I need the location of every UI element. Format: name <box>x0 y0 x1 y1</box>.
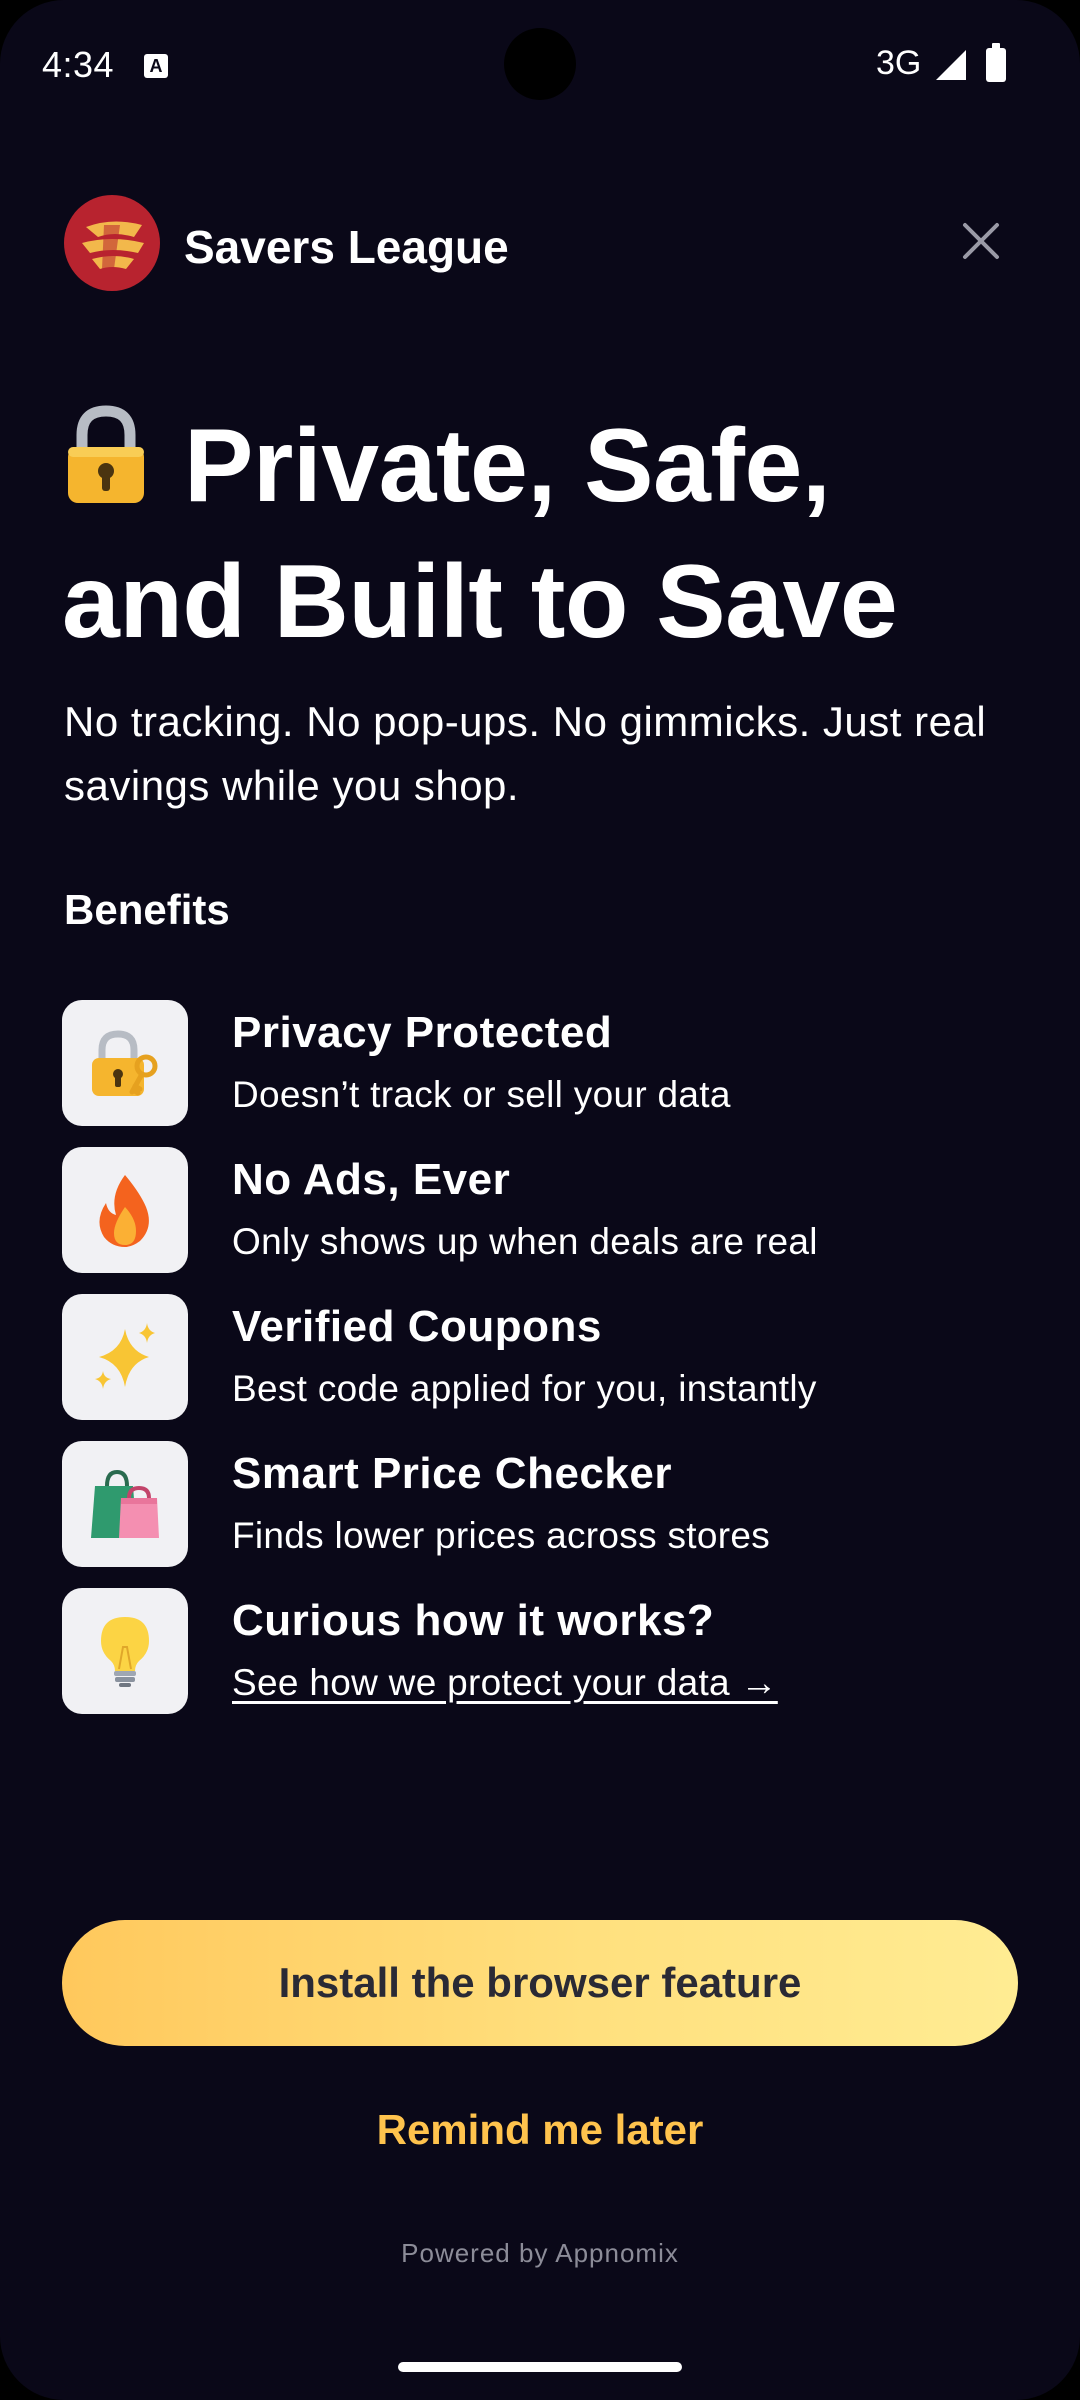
benefit-no-ads: No Ads, Ever Only shows up when deals ar… <box>62 1147 1022 1273</box>
benefit-tile <box>62 1588 188 1714</box>
onboarding-screen: 4:34 A 3G Savers League Private, Safe, a… <box>0 0 1080 2400</box>
signal-icon <box>936 50 966 80</box>
lock-icon <box>62 403 150 507</box>
lock-with-key-icon <box>92 1030 158 1096</box>
benefit-description: Only shows up when deals are real <box>232 1221 818 1262</box>
protect-data-link[interactable]: See how we protect your data → <box>232 1662 778 1704</box>
powered-by-footer: Powered by Appnomix <box>401 2238 679 2268</box>
keyboard-a-icon: A <box>144 54 168 78</box>
camera-cutout <box>504 28 576 100</box>
benefit-title: Smart Price Checker <box>232 1449 672 1498</box>
close-icon <box>963 223 999 259</box>
home-indicator[interactable] <box>398 2362 682 2372</box>
sparkles-icon <box>95 1323 155 1389</box>
benefit-description: Doesn’t track or sell your data <box>232 1074 731 1115</box>
benefit-tile <box>62 1147 188 1273</box>
light-bulb-icon <box>101 1617 149 1687</box>
brand-name: Savers League <box>184 221 509 273</box>
benefit-price-checker: Smart Price Checker Finds lower prices a… <box>62 1441 1022 1567</box>
benefit-description: Best code applied for you, instantly <box>232 1368 817 1409</box>
brand-logo <box>64 195 160 291</box>
page-title-text: Private, Safe, and Built to Save <box>62 408 898 660</box>
benefit-title: Verified Coupons <box>232 1302 602 1351</box>
close-button[interactable] <box>946 206 1016 276</box>
network-type: 3G <box>876 44 922 82</box>
benefit-tile <box>62 1441 188 1567</box>
benefit-privacy: Privacy Protected Doesn’t track or sell … <box>62 1000 1022 1126</box>
benefit-tile <box>62 1294 188 1420</box>
page-title: Private, Safe, and Built to Save <box>62 398 1042 670</box>
benefit-how-it-works: Curious how it works? See how we protect… <box>62 1588 1022 1714</box>
benefit-title: Privacy Protected <box>232 1008 613 1057</box>
savers-league-logo-icon <box>82 221 144 269</box>
benefit-description: Finds lower prices across stores <box>232 1515 771 1556</box>
shopping-bags-icon <box>91 1469 159 1538</box>
benefit-title: Curious how it works? <box>232 1596 715 1645</box>
page-subtitle: No tracking. No pop-ups. No gimmicks. Ju… <box>64 698 987 809</box>
benefits-heading: Benefits <box>64 886 230 933</box>
status-time: 4:34 <box>42 44 115 85</box>
install-browser-feature-button[interactable]: Install the browser feature <box>62 1920 1018 2046</box>
benefit-tile <box>62 1000 188 1126</box>
benefit-title: No Ads, Ever <box>232 1155 511 1204</box>
remind-me-later-button[interactable]: Remind me later <box>0 2106 1080 2154</box>
fire-icon <box>99 1175 149 1247</box>
benefit-verified-coupons: Verified Coupons Best code applied for y… <box>62 1294 1022 1420</box>
battery-icon <box>986 43 1006 82</box>
status-bar: 4:34 A 3G <box>0 0 1080 130</box>
